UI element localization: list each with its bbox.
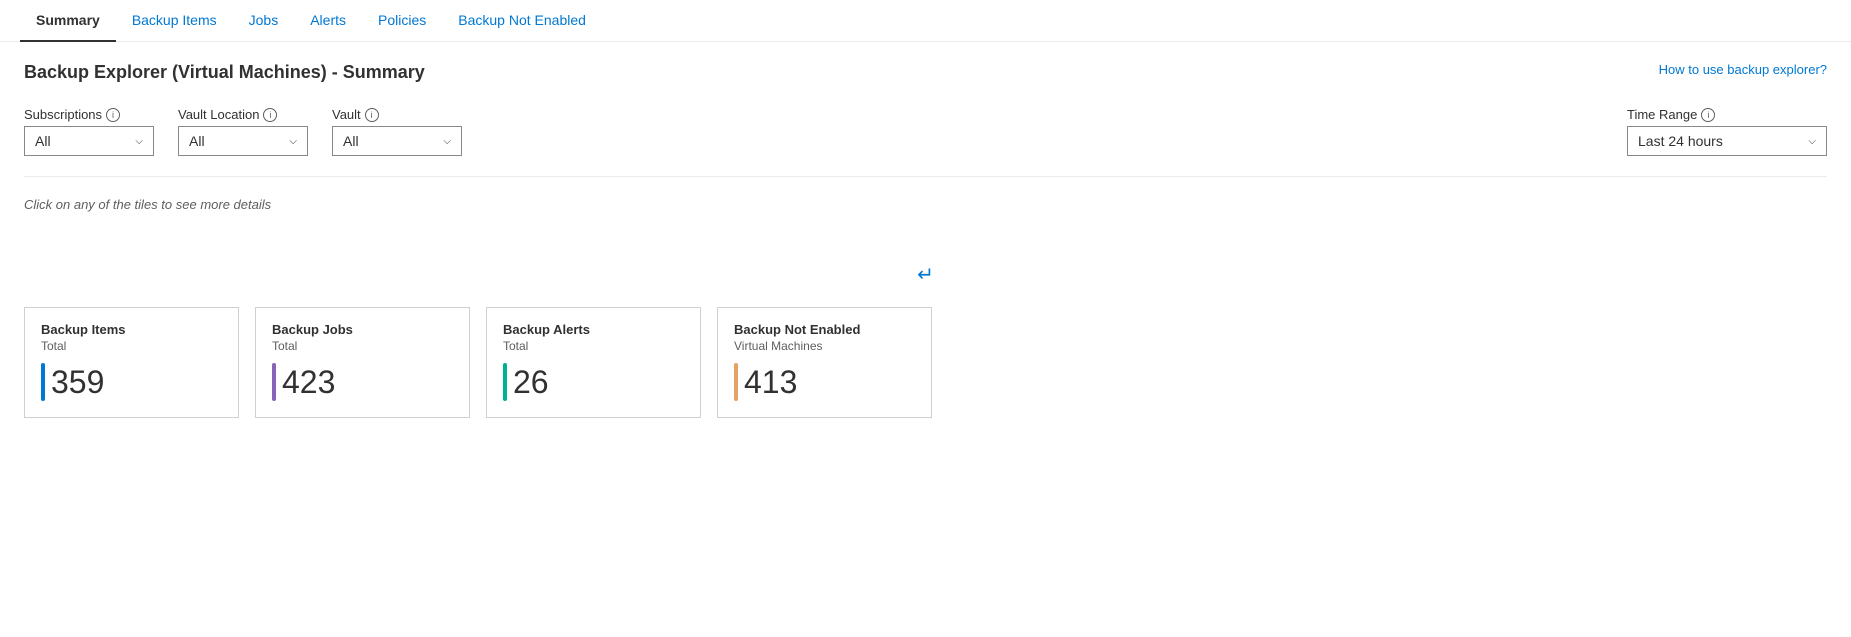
chevron-down-icon: ⌵: [289, 136, 297, 147]
tab-alerts[interactable]: Alerts: [294, 0, 362, 42]
filter-select-vault[interactable]: All ⌵: [332, 126, 462, 156]
filter-label-subscriptions: Subscriptions i: [24, 107, 154, 122]
page-title: Backup Explorer (Virtual Machines) - Sum…: [24, 62, 425, 83]
tile-value-row-backup-alerts: 26: [503, 363, 684, 401]
tile-title-backup-not-enabled: Backup Not Enabled: [734, 322, 915, 337]
info-icon-time-range: i: [1701, 108, 1715, 122]
filter-select-vault-location[interactable]: All ⌵: [178, 126, 308, 156]
tile-title-backup-alerts: Backup Alerts: [503, 322, 684, 337]
tile-subtitle-backup-not-enabled: Virtual Machines: [734, 339, 915, 353]
tile-subtitle-backup-jobs: Total: [272, 339, 453, 353]
filter-select-time-range[interactable]: Last 24 hours ⌵: [1627, 126, 1827, 156]
refresh-icon[interactable]: ↵: [917, 262, 934, 287]
tab-backup-items[interactable]: Backup Items: [116, 0, 233, 42]
filter-value-subscriptions: All: [35, 133, 51, 149]
tab-bar: SummaryBackup ItemsJobsAlertsPoliciesBac…: [0, 0, 1851, 42]
tile-backup-jobs[interactable]: Backup Jobs Total 423: [255, 307, 470, 418]
filter-label-vault-location: Vault Location i: [178, 107, 308, 122]
tab-policies[interactable]: Policies: [362, 0, 442, 42]
info-icon-subscriptions: i: [106, 108, 120, 122]
tile-backup-items[interactable]: Backup Items Total 359: [24, 307, 239, 418]
instruction-text: Click on any of the tiles to see more de…: [24, 197, 1827, 212]
tile-backup-not-enabled[interactable]: Backup Not Enabled Virtual Machines 413: [717, 307, 932, 418]
tab-summary[interactable]: Summary: [20, 0, 116, 42]
chevron-down-icon: ⌵: [1808, 136, 1816, 147]
tile-number-backup-items: 359: [51, 366, 104, 398]
divider: [24, 176, 1827, 177]
filter-value-vault-location: All: [189, 133, 205, 149]
info-icon-vault: i: [365, 108, 379, 122]
filter-value-vault: All: [343, 133, 359, 149]
help-link[interactable]: How to use backup explorer?: [1659, 62, 1827, 77]
filter-label-time-range: Time Range i: [1627, 107, 1827, 122]
tile-bar-backup-jobs: [272, 363, 276, 401]
tile-value-row-backup-jobs: 423: [272, 363, 453, 401]
tile-subtitle-backup-items: Total: [41, 339, 222, 353]
tiles-row: Backup ItemsTotal359Backup JobsTotal423B…: [24, 307, 1827, 418]
chevron-down-icon: ⌵: [443, 136, 451, 147]
tile-bar-backup-not-enabled: [734, 363, 738, 401]
info-icon-vault-location: i: [263, 108, 277, 122]
filter-group-vault: Vault i All ⌵: [332, 107, 462, 156]
filter-value-time-range: Last 24 hours: [1638, 133, 1723, 149]
filter-group-vault-location: Vault Location i All ⌵: [178, 107, 308, 156]
chevron-down-icon: ⌵: [135, 136, 143, 147]
refresh-row: ↵: [24, 262, 1827, 287]
tile-number-backup-alerts: 26: [513, 366, 549, 398]
main-content: Backup Explorer (Virtual Machines) - Sum…: [0, 42, 1851, 438]
tab-backup-not-enabled[interactable]: Backup Not Enabled: [442, 0, 602, 42]
filter-group-subscriptions: Subscriptions i All ⌵: [24, 107, 154, 156]
tile-bar-backup-items: [41, 363, 45, 401]
tile-title-backup-items: Backup Items: [41, 322, 222, 337]
filters-row: Subscriptions iAll⌵Vault Location iAll⌵V…: [24, 107, 1827, 156]
tile-subtitle-backup-alerts: Total: [503, 339, 684, 353]
tile-title-backup-jobs: Backup Jobs: [272, 322, 453, 337]
tab-jobs[interactable]: Jobs: [233, 0, 295, 42]
tile-value-row-backup-items: 359: [41, 363, 222, 401]
filter-group-time-range: Time Range i Last 24 hours ⌵: [1627, 107, 1827, 156]
title-row: Backup Explorer (Virtual Machines) - Sum…: [24, 62, 1827, 83]
tile-value-row-backup-not-enabled: 413: [734, 363, 915, 401]
tile-number-backup-not-enabled: 413: [744, 366, 797, 398]
tile-backup-alerts[interactable]: Backup Alerts Total 26: [486, 307, 701, 418]
filter-label-vault: Vault i: [332, 107, 462, 122]
tile-number-backup-jobs: 423: [282, 366, 335, 398]
filter-select-subscriptions[interactable]: All ⌵: [24, 126, 154, 156]
tile-bar-backup-alerts: [503, 363, 507, 401]
